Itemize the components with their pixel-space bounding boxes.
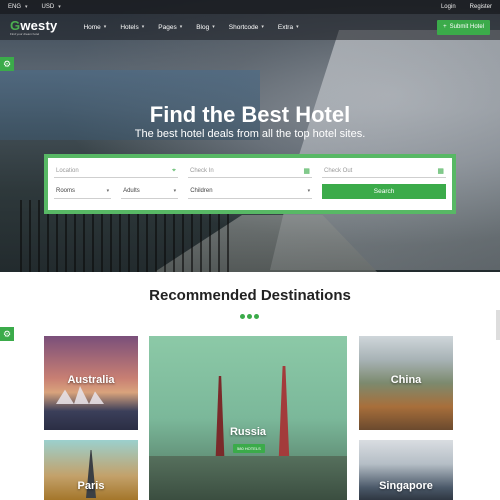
check-in-input[interactable]: Check In ▦ [188, 164, 312, 178]
destination-label: China [390, 374, 422, 386]
logo[interactable]: Gwesty Find your dream hotel [10, 19, 57, 36]
section-divider [240, 314, 259, 319]
nav-item-label: Home [83, 23, 101, 31]
chevron-down-icon: ▾ [25, 4, 28, 10]
destination-label: Russia [229, 426, 267, 438]
chevron-down-icon: ▾ [179, 24, 183, 30]
calendar-icon: ▦ [303, 167, 310, 175]
logo-tagline: Find your dream hotel [10, 31, 40, 36]
logo-letter: G [10, 17, 21, 33]
destination-label: Singapore [379, 480, 433, 492]
login-link[interactable]: Login [441, 4, 456, 10]
calendar-icon: ▦ [437, 167, 444, 175]
chevron-down-icon: ▾ [261, 24, 264, 30]
rooms-select[interactable]: Rooms ▾ [54, 185, 112, 199]
trees-image [149, 456, 347, 500]
destination-card-australia[interactable]: Australia [44, 336, 138, 430]
nav-item-shortcode[interactable]: Shortcode ▾ [229, 24, 264, 31]
section-title: Recommended Destinations [149, 287, 351, 304]
chevron-down-icon: ▾ [106, 188, 110, 194]
nav-menu: Home ▾ Hotels ▾ Pages ▾ Blog ▾ Shortcode ▾ Ex… [83, 24, 298, 31]
logo-text: westy [20, 17, 58, 33]
submit-hotel-button[interactable]: + Submit Hotel [437, 19, 490, 35]
nav-item-extra[interactable]: Extra ▾ [278, 24, 299, 31]
check-out-placeholder: Check Out [324, 167, 353, 174]
main-nav: Gwesty Find your dream hotel Home ▾ Hotel… [0, 14, 500, 40]
language-select[interactable]: ENG ▾ [8, 4, 28, 10]
nav-item-blog[interactable]: Blog ▾ [196, 24, 215, 31]
hotel-search-form: Location ⌖ Check In ▦ Check Out ▦ Rooms … [44, 154, 456, 214]
location-input[interactable]: Location ⌖ [54, 164, 178, 178]
currency-value: USD [41, 4, 55, 10]
check-out-input[interactable]: Check Out ▦ [322, 164, 446, 178]
currency-select[interactable]: USD ▾ [42, 4, 61, 10]
chevron-down-icon: ▾ [307, 188, 311, 194]
language-value: ENG [8, 4, 22, 10]
nav-item-label: Hotels [120, 23, 139, 31]
nav-item-hotels[interactable]: Hotels ▾ [120, 24, 144, 31]
children-select[interactable]: Children ▾ [188, 185, 313, 199]
destination-label: Australia [67, 374, 115, 386]
nav-item-label: Extra [277, 23, 294, 31]
rooms-value: Rooms [56, 188, 76, 194]
top-bar: ENG ▾ USD ▾ Login Register [0, 0, 500, 14]
chevron-down-icon: ▾ [173, 188, 177, 194]
nav-item-label: Pages [158, 23, 177, 31]
hotel-count-badge: 580 HOTELS [233, 444, 265, 453]
destination-label: Paris [77, 480, 105, 492]
check-in-placeholder: Check In [190, 167, 214, 174]
adults-value: Adults [123, 188, 140, 194]
chevron-down-icon: ▾ [296, 24, 299, 30]
location-placeholder: Location [56, 167, 79, 174]
scrollbar[interactable] [496, 310, 500, 340]
register-link[interactable]: Register [470, 4, 492, 10]
nav-item-home[interactable]: Home ▾ [83, 24, 106, 31]
settings-gear-icon[interactable]: ⚙ [0, 327, 14, 341]
search-button[interactable]: Search [322, 184, 446, 199]
opera-house-image [56, 386, 104, 404]
crosshair-icon: ⌖ [172, 166, 176, 174]
chevron-down-icon: ▾ [212, 24, 215, 30]
children-value: Children [190, 188, 213, 194]
nav-item-label: Blog [196, 23, 210, 31]
hero-title: Find the Best Hotel [149, 102, 351, 127]
nav-item-label: Shortcode [228, 23, 259, 31]
chevron-down-icon: ▾ [103, 24, 107, 30]
chevron-down-icon: ▾ [141, 24, 145, 30]
chevron-down-icon: ▾ [58, 4, 61, 10]
destination-card-china[interactable]: China [359, 336, 453, 430]
destination-card-singapore[interactable]: Singapore [359, 440, 453, 500]
nav-item-pages[interactable]: Pages ▾ [158, 24, 182, 31]
submit-hotel-label: Submit Hotel [449, 24, 484, 30]
settings-gear-icon[interactable]: ⚙ [0, 57, 14, 71]
adults-select[interactable]: Adults ▾ [121, 185, 179, 199]
hero-subtitle: The best hotel deals from all the top ho… [134, 128, 366, 140]
destination-card-russia[interactable]: Russia 580 HOTELS [149, 336, 347, 500]
plus-icon: + [443, 24, 447, 30]
destination-card-paris[interactable]: Paris [44, 440, 138, 500]
